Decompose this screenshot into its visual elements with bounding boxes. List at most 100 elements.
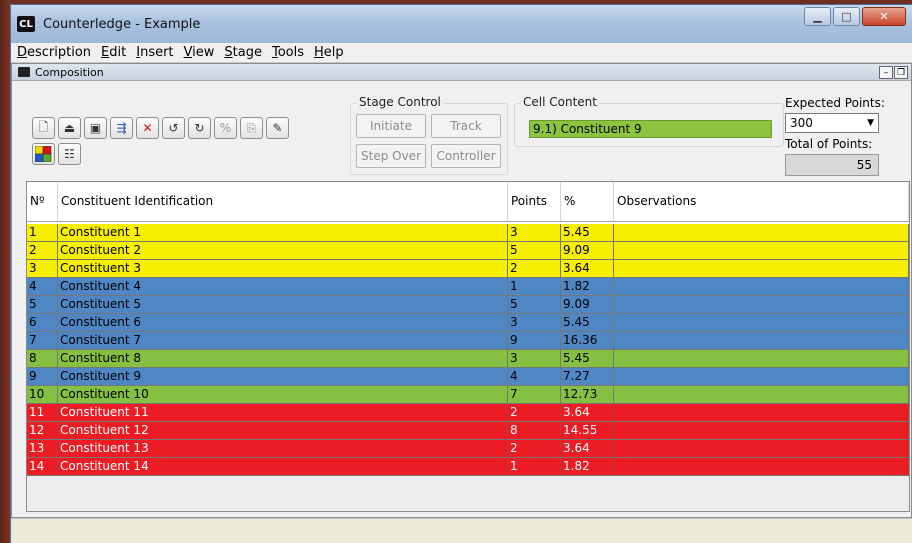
expected-points-select[interactable]: 300 ▼	[785, 113, 879, 133]
cell-points[interactable]: 2	[508, 404, 561, 421]
minimize-icon[interactable]: ▁	[804, 7, 831, 26]
cell-constituent[interactable]: Constituent 4	[58, 278, 508, 295]
cell-points[interactable]: 4	[508, 368, 561, 385]
initiate-button[interactable]: Initiate	[356, 114, 426, 138]
table-row[interactable]: 8 Constituent 8 3 5.45	[27, 350, 909, 368]
cell-number[interactable]: 1	[27, 224, 58, 241]
cell-points[interactable]: 2	[508, 440, 561, 457]
cell-number[interactable]: 5	[27, 296, 58, 313]
cell-observations[interactable]	[614, 440, 909, 457]
cell-observations[interactable]	[614, 350, 909, 367]
cell-constituent[interactable]: Constituent 3	[58, 260, 508, 277]
cell-constituent[interactable]: Constituent 8	[58, 350, 508, 367]
cell-points[interactable]: 1	[508, 278, 561, 295]
cell-observations[interactable]	[614, 422, 909, 439]
cell-number[interactable]: 6	[27, 314, 58, 331]
close-icon[interactable]: ✕	[862, 7, 906, 26]
cell-percent[interactable]: 5.45	[561, 350, 614, 367]
table-row[interactable]: 12 Constituent 12 8 14.55	[27, 422, 909, 440]
cell-percent[interactable]: 14.55	[561, 422, 614, 439]
cell-points[interactable]: 3	[508, 350, 561, 367]
menu-help[interactable]: Help	[314, 45, 344, 60]
cell-constituent[interactable]: Constituent 13	[58, 440, 508, 457]
cell-constituent[interactable]: Constituent 2	[58, 242, 508, 259]
cell-points[interactable]: 2	[508, 260, 561, 277]
cell-constituent[interactable]: Constituent 7	[58, 332, 508, 349]
table-row[interactable]: 3 Constituent 3 2 3.64	[27, 260, 909, 278]
cell-points[interactable]: 3	[508, 224, 561, 241]
delete-icon[interactable]: ✕	[136, 117, 159, 139]
cell-points[interactable]: 5	[508, 296, 561, 313]
controller-button[interactable]: Controller	[431, 144, 501, 168]
cell-percent[interactable]: 5.45	[561, 224, 614, 241]
cell-observations[interactable]	[614, 296, 909, 313]
cell-constituent[interactable]: Constituent 10	[58, 386, 508, 403]
cell-observations[interactable]	[614, 224, 909, 241]
cell-number[interactable]: 9	[27, 368, 58, 385]
cell-observations[interactable]	[614, 458, 909, 475]
new-document-icon[interactable]: 🗋	[32, 117, 55, 139]
cell-observations[interactable]	[614, 386, 909, 403]
table-row[interactable]: 13 Constituent 13 2 3.64	[27, 440, 909, 458]
menu-description[interactable]: Description	[17, 45, 91, 60]
edit-count-icon[interactable]: ✎	[266, 117, 289, 139]
cell-percent[interactable]: 3.64	[561, 260, 614, 277]
cell-number[interactable]: 12	[27, 422, 58, 439]
step-over-button[interactable]: Step Over	[356, 144, 426, 168]
cell-percent[interactable]: 12.73	[561, 386, 614, 403]
undo-icon[interactable]: ↺	[162, 117, 185, 139]
cell-observations[interactable]	[614, 260, 909, 277]
cell-points[interactable]: 1	[508, 458, 561, 475]
cell-observations[interactable]	[614, 368, 909, 385]
title-bar[interactable]: CL Counterledge - Example ▁ □ ✕	[11, 5, 912, 43]
cell-percent[interactable]: 1.82	[561, 278, 614, 295]
table-row[interactable]: 10 Constituent 10 7 12.73	[27, 386, 909, 404]
cell-number[interactable]: 11	[27, 404, 58, 421]
cell-number[interactable]: 13	[27, 440, 58, 457]
cell-number[interactable]: 7	[27, 332, 58, 349]
cell-content-field[interactable]: 9.1) Constituent 9	[529, 120, 772, 138]
cell-percent[interactable]: 7.27	[561, 368, 614, 385]
cell-constituent[interactable]: Constituent 5	[58, 296, 508, 313]
cell-number[interactable]: 3	[27, 260, 58, 277]
cell-constituent[interactable]: Constituent 6	[58, 314, 508, 331]
cell-number[interactable]: 2	[27, 242, 58, 259]
cell-percent[interactable]: 1.82	[561, 458, 614, 475]
menu-edit[interactable]: Edit	[101, 45, 126, 60]
cell-points[interactable]: 5	[508, 242, 561, 259]
menu-view[interactable]: View	[184, 45, 215, 60]
track-button[interactable]: Track	[431, 114, 501, 138]
cell-constituent[interactable]: Constituent 14	[58, 458, 508, 475]
cell-percent[interactable]: 5.45	[561, 314, 614, 331]
cell-percent[interactable]: 3.64	[561, 404, 614, 421]
table-row[interactable]: 1 Constituent 1 3 5.45	[27, 224, 909, 242]
sub-restore-icon[interactable]: ❐	[894, 66, 908, 79]
table-row[interactable]: 4 Constituent 4 1 1.82	[27, 278, 909, 296]
cell-percent[interactable]: 9.09	[561, 242, 614, 259]
table-row[interactable]: 6 Constituent 6 3 5.45	[27, 314, 909, 332]
menu-insert[interactable]: Insert	[136, 45, 173, 60]
save-icon[interactable]: ▣	[84, 117, 107, 139]
redo-icon[interactable]: ↻	[188, 117, 211, 139]
cell-points[interactable]: 7	[508, 386, 561, 403]
maximize-icon[interactable]: □	[833, 7, 860, 26]
header-observations[interactable]: Observations	[614, 182, 909, 221]
table-row[interactable]: 9 Constituent 9 4 7.27	[27, 368, 909, 386]
cell-percent[interactable]: 9.09	[561, 296, 614, 313]
cell-percent[interactable]: 16.36	[561, 332, 614, 349]
cell-observations[interactable]	[614, 278, 909, 295]
menu-tools[interactable]: Tools	[272, 45, 304, 60]
table-row[interactable]: 11 Constituent 11 2 3.64	[27, 404, 909, 422]
open-icon[interactable]: ⏏	[58, 117, 81, 139]
header-points[interactable]: Points	[508, 182, 561, 221]
cell-observations[interactable]	[614, 332, 909, 349]
color-palette-icon[interactable]	[32, 143, 55, 165]
cell-observations[interactable]	[614, 242, 909, 259]
composition-title-bar[interactable]: Composition – ❐	[12, 64, 911, 81]
cell-constituent[interactable]: Constituent 1	[58, 224, 508, 241]
cell-points[interactable]: 9	[508, 332, 561, 349]
cell-number[interactable]: 8	[27, 350, 58, 367]
menu-stage[interactable]: Stage	[224, 45, 262, 60]
sub-minimize-icon[interactable]: –	[879, 66, 893, 79]
header-number[interactable]: Nº	[27, 182, 58, 221]
